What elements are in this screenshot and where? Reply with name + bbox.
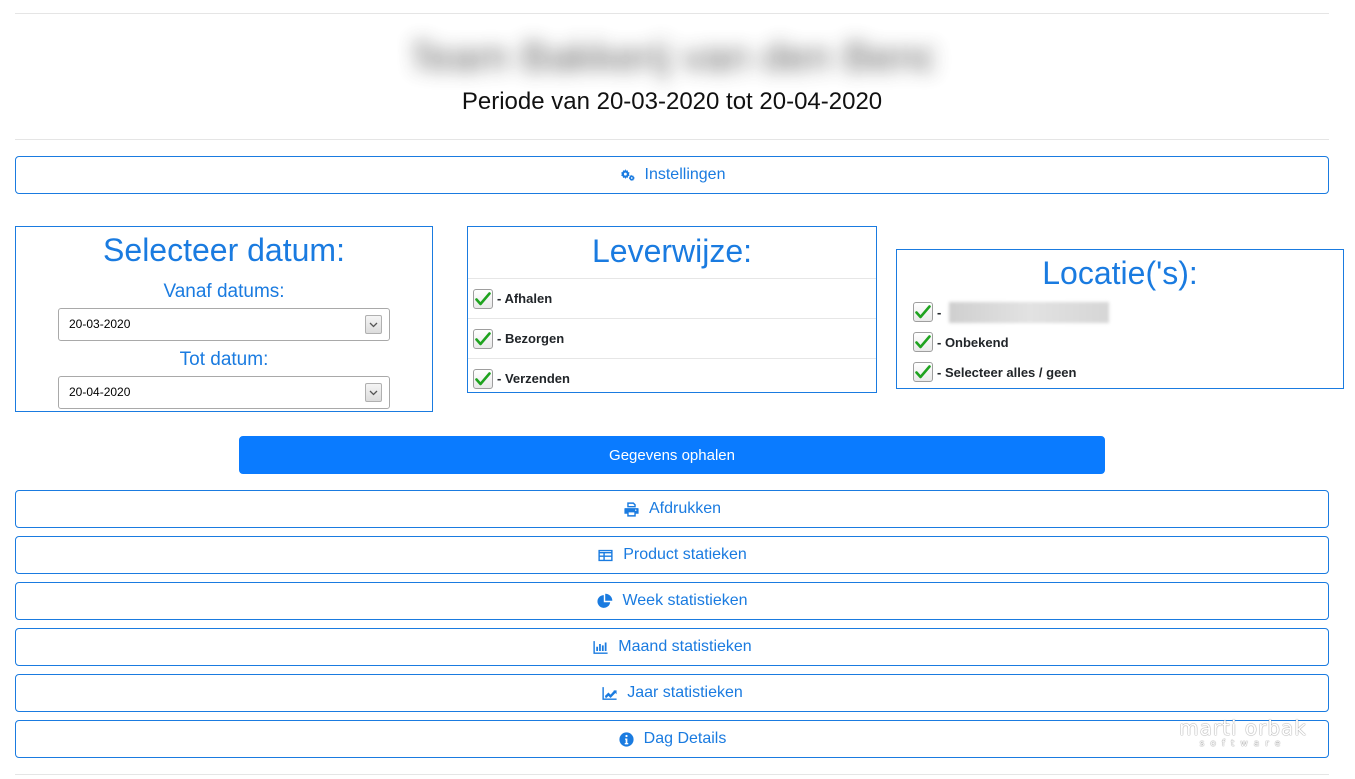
location-option-label: - xyxy=(937,304,942,320)
checkmark-icon xyxy=(915,335,931,349)
delivery-option-label: - Verzenden xyxy=(497,371,570,386)
week-stats-button[interactable]: Week statistieken xyxy=(15,582,1329,620)
location-panel-title: Locatie('s): xyxy=(1042,255,1198,291)
checkbox-select-all[interactable] xyxy=(913,362,933,382)
to-date-dropdown-button[interactable] xyxy=(365,383,382,402)
page-title-blurred: Team Bakkerij van den Bend xyxy=(413,33,935,80)
line-chart-icon xyxy=(602,686,617,700)
location-option-label: - Selecteer alles / geen xyxy=(937,364,1077,380)
period-text: Periode van 20-03-2020 tot 20-04-2020 xyxy=(461,88,883,115)
to-date-value: 20-04-2020 xyxy=(69,385,131,399)
page: Team Bakkerij van den Bend Periode van 2… xyxy=(0,0,1355,779)
location-option-hidden[interactable]: - xyxy=(897,297,1343,327)
year-stats-button[interactable]: Jaar statistieken xyxy=(15,674,1329,712)
delivery-panel-title: Leverwijze: xyxy=(591,233,753,269)
info-circle-icon xyxy=(619,731,634,747)
delivery-option-afhalen[interactable]: - Afhalen xyxy=(468,278,876,318)
from-date-label: Vanaf datums: xyxy=(163,281,285,302)
month-stats-button[interactable]: Maand statistieken xyxy=(15,628,1329,666)
checkmark-icon xyxy=(915,305,931,319)
watermark-line1: marti orbak xyxy=(1179,716,1307,740)
table-icon xyxy=(598,549,613,561)
location-option-onbekend[interactable]: - Onbekend xyxy=(897,327,1343,357)
delivery-option-label: - Afhalen xyxy=(497,291,553,306)
from-date-input[interactable]: 20-03-2020 xyxy=(58,308,390,341)
divider-top xyxy=(15,13,1329,14)
product-stats-button-label: Product statieken xyxy=(623,546,747,563)
day-details-button-label: Dag Details xyxy=(643,730,727,747)
checkmark-icon xyxy=(475,371,491,385)
delivery-option-label: - Bezorgen xyxy=(497,331,565,346)
chevron-down-icon xyxy=(369,322,378,327)
location-option-select-all[interactable]: - Selecteer alles / geen xyxy=(897,357,1343,387)
print-button-label: Afdrukken xyxy=(648,500,722,517)
to-date-label: Tot datum: xyxy=(179,349,269,370)
to-date-input[interactable]: 20-04-2020 xyxy=(58,376,390,409)
month-stats-button-label: Maand statistieken xyxy=(618,638,752,655)
checkmark-icon xyxy=(475,331,491,345)
location-name-redacted xyxy=(949,301,1110,323)
from-date-dropdown-button[interactable] xyxy=(365,315,382,334)
watermark-logo: marti orbak software xyxy=(1178,718,1308,756)
divider-bottom xyxy=(15,774,1329,775)
checkmark-icon xyxy=(475,291,491,305)
fetch-data-button[interactable]: Gegevens ophalen xyxy=(239,436,1105,474)
settings-button-label: Instellingen xyxy=(644,166,726,183)
from-date-value: 20-03-2020 xyxy=(69,317,131,331)
delivery-method-panel: Leverwijze: - Afhalen - Bezorgen - Verze… xyxy=(467,226,877,393)
date-select-panel: Selecteer datum: Vanaf datums: 20-03-202… xyxy=(15,226,433,412)
product-stats-button[interactable]: Product statieken xyxy=(15,536,1329,574)
print-icon xyxy=(624,501,639,517)
week-stats-button-label: Week statistieken xyxy=(622,592,748,609)
checkbox-onbekend[interactable] xyxy=(913,332,933,352)
checkbox-location-hidden[interactable] xyxy=(913,302,933,322)
gears-icon xyxy=(620,168,635,181)
pie-chart-icon xyxy=(597,593,613,608)
day-details-button[interactable]: Dag Details xyxy=(15,720,1329,758)
delivery-option-verzenden[interactable]: - Verzenden xyxy=(468,358,876,398)
print-button[interactable]: Afdrukken xyxy=(15,490,1329,528)
checkbox-verzenden[interactable] xyxy=(473,368,493,389)
checkbox-afhalen[interactable] xyxy=(473,288,493,309)
fetch-data-button-label: Gegevens ophalen xyxy=(609,446,735,464)
year-stats-button-label: Jaar statistieken xyxy=(627,684,743,701)
settings-button[interactable]: Instellingen xyxy=(15,156,1329,194)
date-panel-title: Selecteer datum: xyxy=(103,232,345,268)
delivery-option-bezorgen[interactable]: - Bezorgen xyxy=(468,318,876,358)
location-panel: Locatie('s): - - Onbekend - Selecteer al… xyxy=(896,249,1344,389)
bar-chart-icon xyxy=(593,640,608,654)
checkbox-bezorgen[interactable] xyxy=(473,328,493,349)
location-option-label: - Onbekend xyxy=(937,334,1009,350)
chevron-down-icon xyxy=(369,390,378,395)
divider-middle xyxy=(15,139,1329,140)
checkmark-icon xyxy=(915,365,931,379)
watermark-line2: software xyxy=(1199,739,1287,749)
